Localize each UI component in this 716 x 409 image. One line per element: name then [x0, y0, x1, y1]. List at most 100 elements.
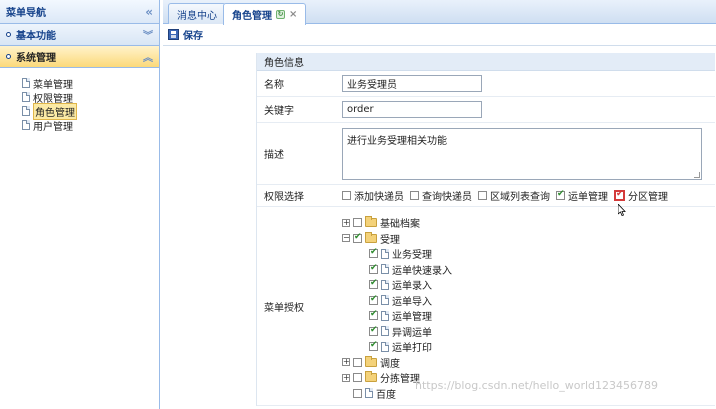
tree-node-label: 运单录入	[392, 281, 432, 293]
perm-label: 运单管理	[568, 192, 608, 203]
close-icon[interactable]: ×	[289, 9, 297, 20]
perm-partition-management[interactable]: 分区管理	[614, 188, 668, 203]
tree-node[interactable]: + 调度	[342, 355, 452, 371]
tab-message-center[interactable]: 消息中心	[168, 3, 226, 24]
description-label: 描述	[264, 150, 284, 161]
file-icon	[381, 341, 389, 352]
tab-label: 消息中心	[177, 10, 217, 22]
bullet-icon	[6, 32, 11, 37]
checkbox[interactable]	[556, 189, 565, 200]
checkbox[interactable]	[353, 373, 362, 383]
file-icon	[381, 264, 389, 275]
checkbox[interactable]	[369, 340, 378, 352]
checkbox[interactable]	[369, 263, 378, 274]
tree-node[interactable]: 业务受理	[342, 246, 452, 262]
tree-node-label: 百度	[376, 389, 396, 401]
checkbox[interactable]	[342, 191, 351, 200]
checkbox[interactable]	[369, 294, 378, 305]
tree-node[interactable]: 运单管理	[342, 308, 452, 324]
menu-auth-label: 菜单授权	[264, 302, 304, 314]
file-icon	[381, 295, 389, 306]
role-form: 角色信息 名称 业务受理员 关键字 order 描述 进行业务受理相关功能 权限…	[256, 53, 715, 406]
folder-icon	[365, 355, 377, 367]
double-chevron-down-icon[interactable]: ︾	[143, 27, 153, 42]
checkbox[interactable]	[478, 191, 487, 200]
tree-node[interactable]: + 基础档案	[342, 215, 452, 231]
description-row: 描述 进行业务受理相关功能	[257, 123, 715, 185]
tree-node[interactable]: 运单录入	[342, 277, 452, 293]
perm-waybill-management[interactable]: 运单管理	[556, 188, 608, 203]
collapse-sidebar-icon[interactable]: «	[145, 5, 153, 19]
main-panel: 消息中心 角色管理 ↻ × 保存 角色信息 名称 业务受理员 关键字 order…	[163, 0, 716, 409]
tree-node-label: 运单快速录入	[392, 265, 452, 277]
checkbox[interactable]	[353, 232, 362, 243]
collapse-icon[interactable]: −	[342, 234, 350, 243]
bullet-icon	[6, 54, 11, 59]
expand-icon[interactable]: +	[342, 373, 350, 382]
file-icon	[381, 310, 389, 321]
double-chevron-up-icon[interactable]: ︽	[143, 49, 153, 64]
file-icon	[365, 388, 373, 399]
checkbox[interactable]	[369, 325, 378, 336]
folder-icon	[365, 216, 377, 228]
folder-icon	[365, 231, 377, 243]
tree-node[interactable]: 运单打印	[342, 339, 452, 355]
accordion-basic-functions[interactable]: 基本功能 ︾	[0, 24, 159, 46]
menu-auth-row: 菜单授权 + 基础档案 − 受理业务受理运单快速录入运单录入运单导入运单管理异调运单运…	[257, 207, 715, 406]
toolbar: 保存	[163, 24, 716, 46]
tab-label: 角色管理	[232, 11, 272, 22]
checkbox[interactable]	[410, 191, 419, 200]
expand-icon[interactable]: +	[342, 218, 350, 227]
sidebar-item-user-management[interactable]: 用户管理	[22, 118, 159, 133]
perm-label: 添加快递员	[354, 192, 404, 203]
file-icon	[381, 326, 389, 337]
sidebar-item-menu-management[interactable]: 菜单管理	[22, 76, 159, 91]
keyword-label: 关键字	[264, 106, 294, 117]
checkbox[interactable]	[353, 357, 362, 367]
permission-options: 添加快递员 查询快递员 区域列表查询 运单管理 分区管理	[342, 185, 715, 206]
checkbox[interactable]	[353, 218, 362, 228]
permission-row: 权限选择 添加快递员 查询快递员 区域列表查询 运单管理 分区管理	[257, 185, 715, 207]
sidebar: 菜单导航 « 基本功能 ︾ 系统管理 ︽ 菜单管理 权限管理 角色管理 用户管理	[0, 0, 160, 409]
checkbox[interactable]	[369, 247, 378, 259]
tab-role-management[interactable]: 角色管理 ↻ ×	[223, 3, 307, 25]
tree-node[interactable]: − 受理	[342, 231, 452, 247]
name-row: 名称 业务受理员	[257, 71, 715, 97]
checkbox[interactable]	[369, 309, 378, 321]
keyword-input[interactable]: order	[342, 101, 482, 118]
sidebar-item-label: 菜单管理	[33, 79, 73, 91]
tree-node-label: 业务受理	[392, 250, 432, 262]
tree-node[interactable]: 运单快速录入	[342, 262, 452, 278]
save-button[interactable]: 保存	[168, 27, 203, 42]
tree-node-label: 分拣管理	[380, 374, 420, 386]
perm-region-query[interactable]: 区域列表查询	[478, 188, 550, 203]
checkbox[interactable]	[353, 388, 362, 398]
perm-add-courier[interactable]: 添加快递员	[342, 188, 404, 203]
file-icon	[381, 248, 389, 259]
description-textarea[interactable]: 进行业务受理相关功能	[342, 127, 702, 180]
section-title: 角色信息	[264, 58, 304, 69]
watermark: https://blog.csdn.net/hello_world1234567…	[415, 379, 659, 392]
menu-tree: + 基础档案 − 受理业务受理运单快速录入运单录入运单导入运单管理异调运单运单打印 + 调…	[342, 207, 452, 405]
keyword-row: 关键字 order	[257, 97, 715, 123]
file-icon	[22, 120, 30, 130]
save-label: 保存	[183, 31, 203, 42]
sidebar-tree: 菜单管理 权限管理 角色管理 用户管理	[0, 68, 159, 133]
sidebar-item-role-management[interactable]: 角色管理	[22, 102, 159, 120]
sidebar-header: 菜单导航 «	[0, 0, 159, 24]
expand-icon[interactable]: +	[342, 358, 350, 367]
tree-node[interactable]: 异调运单	[342, 324, 452, 340]
section-header: 角色信息	[257, 53, 715, 71]
tree-node[interactable]: 运单导入	[342, 293, 452, 309]
accordion-system-management[interactable]: 系统管理 ︽	[0, 46, 159, 68]
accordion-label: 系统管理	[16, 53, 56, 64]
file-icon	[381, 279, 389, 290]
perm-query-courier[interactable]: 查询快递员	[410, 188, 472, 203]
tree-node-label: 运单管理	[392, 312, 432, 324]
resize-handle-icon[interactable]	[694, 171, 700, 178]
refresh-icon[interactable]: ↻	[276, 10, 285, 19]
checkbox[interactable]	[369, 278, 378, 290]
name-input[interactable]: 业务受理员	[342, 75, 482, 92]
checkbox[interactable]	[614, 189, 625, 201]
accordion-label: 基本功能	[16, 31, 56, 42]
